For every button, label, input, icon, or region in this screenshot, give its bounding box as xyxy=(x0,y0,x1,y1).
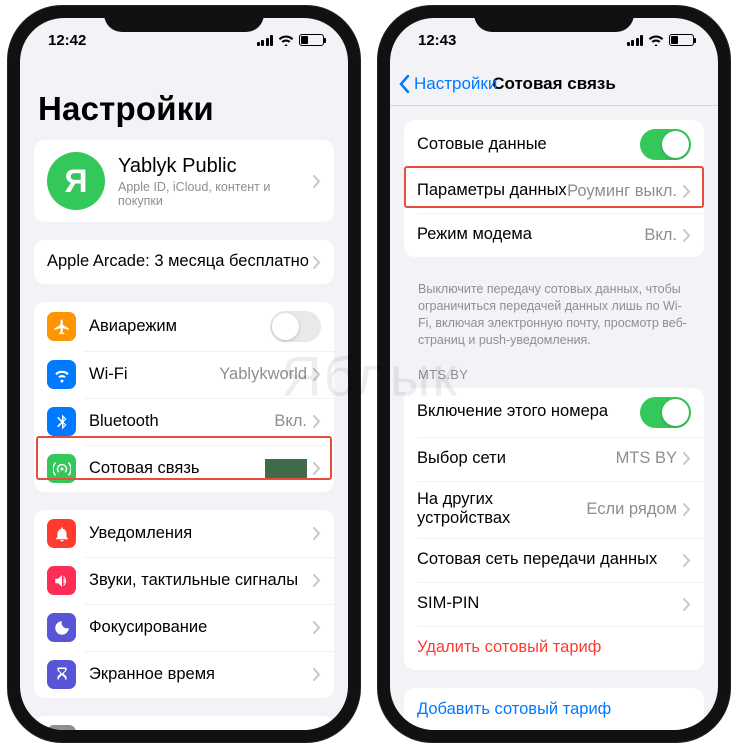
hotspot-value: Вкл. xyxy=(644,226,677,245)
chevron-right-icon xyxy=(313,574,321,587)
focus-row[interactable]: Фокусирование xyxy=(34,604,334,651)
add-plan-row[interactable]: Добавить сотовый тариф xyxy=(404,688,704,730)
bluetooth-label: Bluetooth xyxy=(89,412,274,432)
chevron-right-icon xyxy=(313,462,321,475)
airplane-row[interactable]: Авиарежим xyxy=(34,302,334,351)
hourglass-icon xyxy=(47,660,76,689)
chevron-right-icon xyxy=(683,229,691,242)
wifi-settings-icon xyxy=(47,360,76,389)
chevron-right-icon xyxy=(683,503,691,516)
other-devices-row[interactable]: На других устройствах Если рядом xyxy=(404,481,704,539)
notifications-label: Уведомления xyxy=(89,524,313,544)
sounds-label: Звуки, тактильные сигналы xyxy=(89,571,313,591)
cellular-data-row[interactable]: Сотовые данные xyxy=(404,120,704,169)
antenna-icon xyxy=(47,454,76,483)
sim-pin-row[interactable]: SIM-PIN xyxy=(404,582,704,626)
wifi-label: Wi-Fi xyxy=(89,365,219,385)
chevron-right-icon xyxy=(683,452,691,465)
cellular-label: Сотовая связь xyxy=(89,459,265,479)
airplane-toggle[interactable] xyxy=(270,311,321,342)
chevron-left-icon xyxy=(398,75,410,93)
bluetooth-icon xyxy=(47,407,76,436)
wifi-value: Yablykworld xyxy=(219,365,307,384)
chevron-right-icon xyxy=(313,621,321,634)
remove-plan-label: Удалить сотовый тариф xyxy=(417,638,691,658)
cellular-data-toggle[interactable] xyxy=(640,129,691,160)
cellular-footer: Выключите передачу сотовых данных, чтобы… xyxy=(390,275,718,363)
bluetooth-value: Вкл. xyxy=(274,412,307,431)
profile-sub: Apple ID, iCloud, контент и покупки xyxy=(118,180,313,208)
apple-arcade-row[interactable]: Apple Arcade: 3 месяца бесплатно xyxy=(34,240,334,284)
chevron-right-icon xyxy=(313,527,321,540)
cellular-row[interactable]: Сотовая связь xyxy=(34,445,334,492)
wifi-icon xyxy=(648,34,664,46)
hotspot-label: Режим модема xyxy=(417,225,644,245)
wifi-row[interactable]: Wi-Fi Yablykworld xyxy=(34,351,334,398)
notch xyxy=(104,6,264,32)
avatar: Я xyxy=(47,152,105,210)
screentime-row[interactable]: Экранное время xyxy=(34,651,334,698)
chevron-right-icon xyxy=(683,598,691,611)
data-options-label: Параметры данных xyxy=(417,181,567,201)
battery-icon xyxy=(669,34,694,46)
network-value: MTS BY xyxy=(616,449,677,468)
apn-label: Сотовая сеть передачи данных xyxy=(417,550,683,570)
hotspot-row[interactable]: Режим модема Вкл. xyxy=(404,213,704,257)
back-label: Настройки xyxy=(414,74,497,94)
redacted-block xyxy=(265,459,307,479)
battery-icon xyxy=(299,34,324,46)
chevron-right-icon xyxy=(683,185,691,198)
data-options-value: Роуминг выкл. xyxy=(567,182,677,201)
screentime-label: Экранное время xyxy=(89,665,313,685)
page-title: Настройки xyxy=(20,62,348,140)
other-devices-value: Если рядом xyxy=(586,500,677,519)
chevron-right-icon xyxy=(313,368,321,381)
apn-row[interactable]: Сотовая сеть передачи данных xyxy=(404,538,704,582)
chevron-right-icon xyxy=(313,668,321,681)
chevron-right-icon xyxy=(683,554,691,567)
section-mts: MTS.BY xyxy=(390,363,718,388)
profile-name: Yablyk Public xyxy=(118,154,313,178)
focus-label: Фокусирование xyxy=(89,618,313,638)
notifications-row[interactable]: Уведомления xyxy=(34,510,334,557)
chevron-right-icon xyxy=(313,256,321,269)
enable-line-row[interactable]: Включение этого номера xyxy=(404,388,704,437)
signal-icon xyxy=(627,35,644,46)
chevron-right-icon xyxy=(313,415,321,428)
promo-label: Apple Arcade: 3 месяца бесплатно xyxy=(47,252,313,272)
other-devices-label: На других устройствах xyxy=(417,490,586,530)
gear-icon xyxy=(47,725,76,730)
wifi-icon xyxy=(278,34,294,46)
phone-right: 12:43 Настройки Сотовая связь Сотовые да… xyxy=(378,6,730,742)
airplane-icon xyxy=(47,312,76,341)
cellular-data-label: Сотовые данные xyxy=(417,135,640,155)
bell-icon xyxy=(47,519,76,548)
notch xyxy=(474,6,634,32)
add-plan-label: Добавить сотовый тариф xyxy=(417,700,691,720)
speaker-icon xyxy=(47,566,76,595)
enable-line-toggle[interactable] xyxy=(640,397,691,428)
cellular-value xyxy=(265,459,307,479)
moon-icon xyxy=(47,613,76,642)
chevron-right-icon xyxy=(313,175,321,188)
status-time: 12:43 xyxy=(418,32,456,49)
enable-line-label: Включение этого номера xyxy=(417,402,640,422)
nav-bar: Настройки Сотовая связь xyxy=(390,62,718,106)
remove-plan-row[interactable]: Удалить сотовый тариф xyxy=(404,626,704,670)
apple-id-row[interactable]: Я Yablyk Public Apple ID, iCloud, контен… xyxy=(34,140,334,222)
data-options-row[interactable]: Параметры данных Роуминг выкл. xyxy=(404,169,704,213)
status-time: 12:42 xyxy=(48,32,86,49)
airplane-label: Авиарежим xyxy=(89,317,270,337)
network-label: Выбор сети xyxy=(417,449,616,469)
back-button[interactable]: Настройки xyxy=(398,74,497,94)
bluetooth-row[interactable]: Bluetooth Вкл. xyxy=(34,398,334,445)
signal-icon xyxy=(257,35,274,46)
nav-title: Сотовая связь xyxy=(492,74,616,94)
general-row[interactable]: Основные xyxy=(34,716,334,730)
phone-left: 12:42 Настройки Я Yablyk Public Apple ID… xyxy=(8,6,360,742)
network-selection-row[interactable]: Выбор сети MTS BY xyxy=(404,437,704,481)
sounds-row[interactable]: Звуки, тактильные сигналы xyxy=(34,557,334,604)
sim-pin-label: SIM-PIN xyxy=(417,594,683,614)
